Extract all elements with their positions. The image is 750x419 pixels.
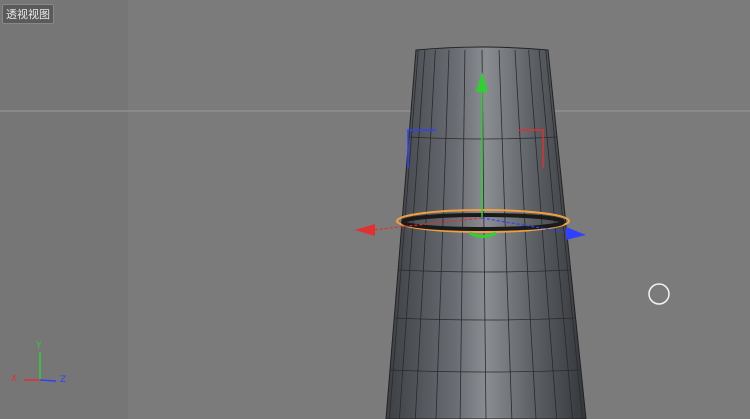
viewport-title[interactable]: 透视视图 xyxy=(2,4,54,24)
z-axis-arrow-icon xyxy=(566,227,586,240)
left-panel-shade xyxy=(0,0,128,419)
axis-x-label: X xyxy=(11,374,18,384)
cone-mesh[interactable] xyxy=(385,46,587,419)
axis-z-label: Z xyxy=(60,375,67,385)
viewport-canvas[interactable] xyxy=(0,0,750,419)
axis-y-label: Y xyxy=(36,341,42,351)
cursor-circle-icon xyxy=(648,283,670,305)
x-axis-arrow-icon xyxy=(355,224,375,236)
